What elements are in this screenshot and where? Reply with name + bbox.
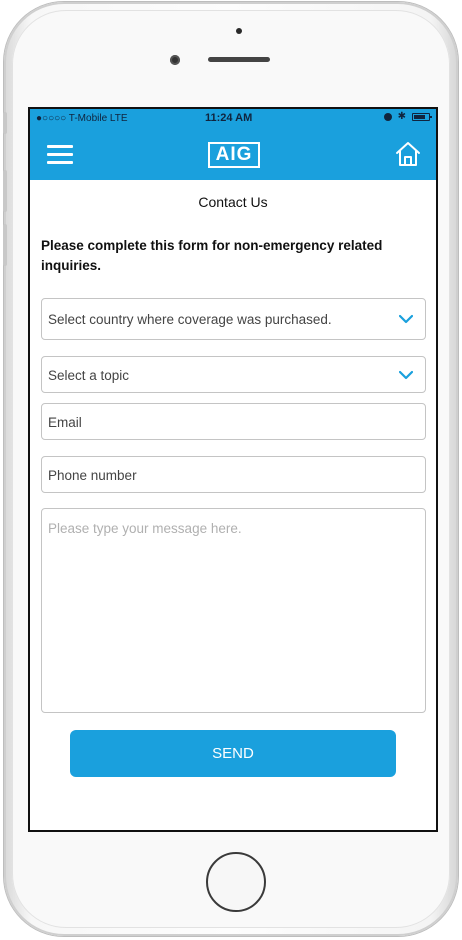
status-time: 11:24 AM — [205, 112, 253, 124]
aig-logo: AIG — [208, 142, 260, 168]
status-bar: ●○○○○ T-Mobile LTE 11:24 AM ✱ — [30, 109, 436, 129]
mute-switch — [3, 112, 7, 134]
country-select-placeholder: Select country where coverage was purcha… — [48, 312, 332, 327]
topic-select[interactable]: Select a topic — [41, 356, 426, 393]
country-select[interactable]: Select country where coverage was purcha… — [41, 298, 426, 340]
email-placeholder: Email — [48, 415, 82, 430]
volume-up-button — [3, 170, 7, 212]
email-field[interactable]: Email — [41, 403, 426, 440]
message-textarea[interactable]: Please type your message here. — [41, 508, 426, 713]
chevron-down-icon — [399, 314, 413, 324]
app-screen: ●○○○○ T-Mobile LTE 11:24 AM ✱ AIG Contac… — [28, 107, 438, 832]
home-icon[interactable] — [394, 141, 422, 167]
topic-select-placeholder: Select a topic — [48, 368, 130, 383]
home-button[interactable] — [206, 852, 266, 912]
bluetooth-icon: ✱ — [397, 111, 406, 122]
proximity-sensor — [236, 28, 242, 34]
carrier-signal: ●○○○○ T-Mobile LTE — [36, 113, 128, 124]
chevron-down-icon — [399, 370, 413, 379]
status-icons: ✱ — [383, 111, 432, 122]
page-title: Contact Us — [198, 194, 268, 210]
form-instructions: Please complete this form for non-emerge… — [41, 238, 383, 273]
message-placeholder: Please type your message here. — [48, 521, 242, 536]
send-button[interactable]: SEND — [70, 730, 396, 777]
volume-down-button — [3, 224, 7, 266]
phone-field[interactable]: Phone number — [41, 456, 426, 493]
battery-icon — [412, 113, 432, 121]
nav-bar: AIG — [30, 129, 436, 180]
alarm-icon — [383, 113, 392, 121]
hamburger-menu-icon[interactable] — [47, 145, 73, 165]
phone-placeholder: Phone number — [48, 468, 137, 483]
earpiece-speaker — [208, 57, 270, 62]
front-camera — [170, 55, 180, 65]
